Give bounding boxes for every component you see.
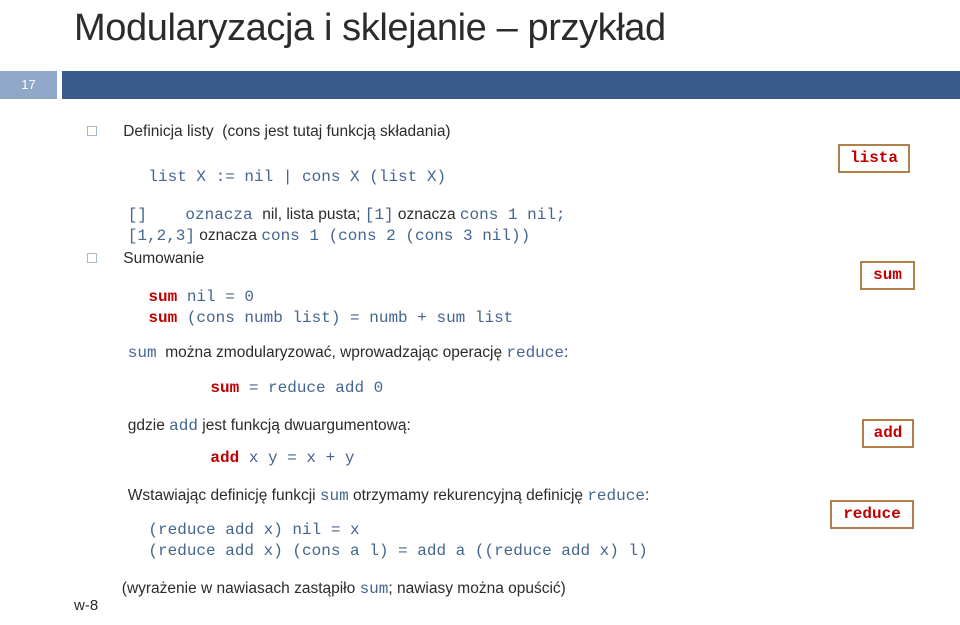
text-colon: : (563, 344, 569, 361)
text-line-closing-note: (wyrażenie w nawiasach zastąpiło sum; na… (104, 557, 566, 621)
tag-box-sum: sum (860, 261, 915, 290)
tag-label: add (873, 424, 903, 442)
bullet-item-label: Sumowanie (123, 250, 205, 267)
slide-content: Definicja listy (cons jest tutaj funkcją… (0, 99, 960, 599)
slide-title: Modularyzacja i sklejanie – przykład (74, 7, 666, 49)
notation-oznacza-3: oznacza (195, 227, 262, 244)
bullet-square-icon (87, 125, 98, 136)
inline-code-sum: sum (127, 344, 157, 362)
header-accent-bar (62, 71, 960, 99)
notation-nested-cons: cons 1 (cons 2 (cons 3 nil)) (261, 227, 531, 245)
inline-code-reduce: reduce (587, 487, 645, 505)
tag-box-add: add (862, 419, 914, 448)
tag-label: sum (873, 266, 902, 284)
bullet-square-icon (87, 252, 98, 263)
text-wyrazenie: (wyrażenie w nawiasach zastąpiło (121, 580, 360, 597)
text-gdzie: gdzie (127, 417, 170, 434)
slide-number-badge: 17 (0, 71, 57, 99)
tag-label: lista (849, 149, 898, 167)
tag-label: reduce (843, 505, 901, 523)
bullet-item-label: Definicja listy (cons jest tutaj funkcją… (123, 123, 451, 140)
tag-box-lista: lista (838, 144, 910, 173)
inline-code-sum: sum (359, 580, 389, 598)
text-otrzymamy: otrzymamy rekurencyjną definicję (348, 487, 588, 504)
footer-label: w-8 (74, 597, 99, 614)
tag-box-reduce: reduce (830, 500, 914, 529)
text-colon: : (644, 487, 650, 504)
header-band: 17 (0, 71, 960, 99)
inline-code-reduce: reduce (506, 344, 564, 362)
text-nawiasy: ; nawiasy można opuścić) (388, 580, 566, 597)
